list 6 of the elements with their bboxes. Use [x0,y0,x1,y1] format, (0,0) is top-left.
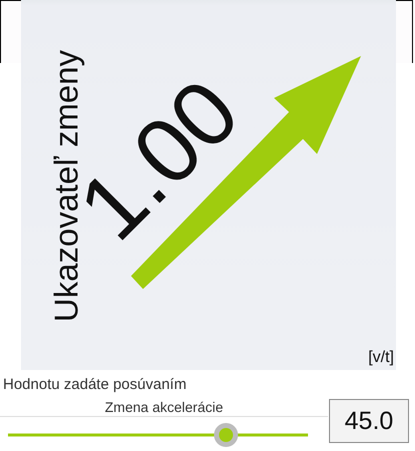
gauge-title: Ukazovateľ zmeny [50,50,82,322]
value-field[interactable]: 45.0 [329,399,409,443]
instruction-text: Hodnotu zadáte posúvaním [2,375,188,393]
slider-thumb[interactable] [214,423,238,447]
unit-label: [v/t] [368,349,394,367]
slider-label: Zmena akcelerácie [104,399,224,415]
